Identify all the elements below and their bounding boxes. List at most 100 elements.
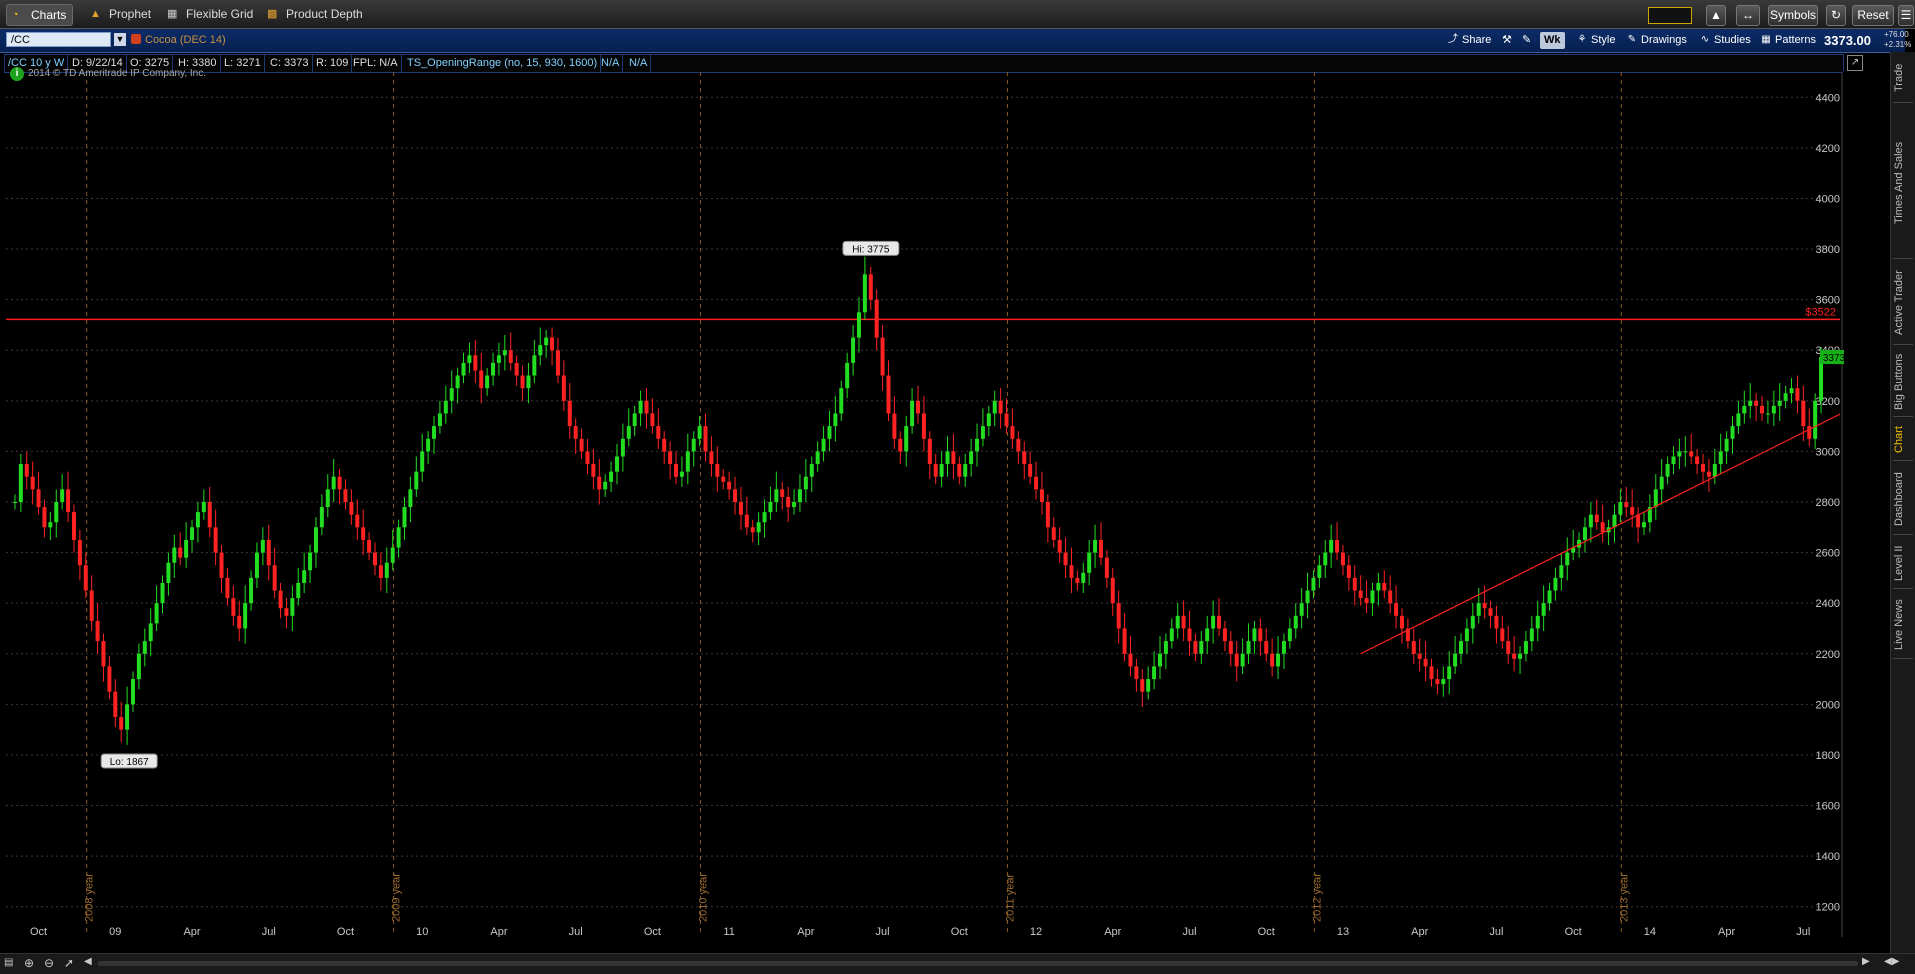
candle-body bbox=[1807, 426, 1812, 439]
x-tick-label: Oct bbox=[951, 926, 968, 937]
candle-body bbox=[892, 413, 897, 439]
candle-body bbox=[1612, 514, 1617, 528]
zoom-out-icon[interactable]: ⊖ bbox=[44, 956, 54, 970]
candle-body bbox=[1128, 653, 1133, 667]
x-tick-label: 10 bbox=[416, 926, 428, 937]
year-label: 2009 year bbox=[391, 873, 403, 922]
tools-button[interactable]: ✎ bbox=[1518, 32, 1535, 49]
candle-body bbox=[95, 620, 100, 642]
candle-body bbox=[60, 489, 65, 502]
candle-body bbox=[1754, 400, 1759, 406]
side-tab-dashboard[interactable]: Dashboard bbox=[1893, 464, 1913, 535]
candle-body bbox=[1087, 552, 1092, 573]
candle-body bbox=[1323, 552, 1328, 566]
candle-body bbox=[54, 502, 59, 523]
candle-body bbox=[1051, 527, 1056, 540]
reset-button[interactable]: Reset bbox=[1852, 5, 1894, 26]
side-tab-chart[interactable]: Chart bbox=[1893, 420, 1913, 461]
candle-body bbox=[1441, 679, 1446, 685]
zoom-in-icon[interactable]: ⊕ bbox=[24, 956, 34, 970]
tab-prophet-label: Prophet bbox=[109, 7, 152, 21]
x-tick-label: Oct bbox=[1258, 926, 1275, 937]
draw-line-icon[interactable]: ➚ bbox=[64, 956, 74, 970]
candle-body bbox=[1789, 388, 1794, 394]
symbols-button[interactable]: Symbols bbox=[1768, 5, 1818, 26]
candle-body bbox=[1689, 451, 1694, 457]
candle-body bbox=[1718, 451, 1723, 465]
refresh-button[interactable]: ↻ bbox=[1826, 5, 1846, 26]
candle-body bbox=[290, 598, 295, 616]
candle-body bbox=[1329, 539, 1334, 553]
side-tab-live-news[interactable]: Live News bbox=[1893, 592, 1913, 659]
link-button[interactable]: ↔ bbox=[1736, 5, 1760, 26]
tab-flexible-grid[interactable]: ▦ Flexible Grid bbox=[162, 4, 259, 24]
side-tab-trade[interactable]: Trade bbox=[1893, 54, 1913, 103]
candle-body bbox=[343, 489, 348, 502]
candle-body bbox=[1152, 666, 1157, 680]
window-menu-button[interactable]: ☰ bbox=[1898, 5, 1914, 26]
candle-body bbox=[1765, 413, 1770, 415]
patterns-icon: ▦ bbox=[1761, 34, 1771, 45]
candle-body bbox=[597, 476, 602, 490]
tab-charts[interactable]: ◔ Charts bbox=[6, 4, 74, 26]
alerts-button[interactable]: ▲ bbox=[1706, 5, 1726, 26]
candle-body bbox=[1417, 653, 1422, 659]
candle-body bbox=[1116, 603, 1121, 629]
candle-body bbox=[969, 451, 974, 465]
candle-body bbox=[491, 362, 496, 376]
x-tick-label: Apr bbox=[1411, 926, 1428, 937]
candle-body bbox=[1098, 539, 1103, 558]
symbol-dropdown-button[interactable]: ▼ bbox=[114, 33, 126, 46]
layout-icon[interactable]: ▤ bbox=[4, 957, 13, 968]
x-tick-label: Jul bbox=[1182, 926, 1196, 937]
candle-body bbox=[703, 426, 708, 452]
candle-body bbox=[508, 350, 513, 363]
candle-body bbox=[266, 539, 271, 566]
candle-body bbox=[1771, 405, 1776, 414]
candle-body bbox=[1748, 400, 1753, 406]
info-na-1: N/A bbox=[598, 55, 624, 72]
side-tab-times-and-sales[interactable]: Times And Sales bbox=[1893, 108, 1913, 259]
candle-body bbox=[815, 451, 820, 465]
candle-body bbox=[1671, 456, 1676, 465]
expand-button[interactable]: ↗ bbox=[1847, 55, 1863, 71]
candle-body bbox=[933, 464, 938, 477]
horizontal-scrollbar[interactable] bbox=[98, 961, 1858, 966]
candle-body bbox=[1246, 641, 1251, 654]
scroll-right-icon[interactable]: ▶ bbox=[1862, 956, 1870, 967]
candle-body bbox=[349, 502, 354, 515]
aggregation-wk-button[interactable]: Wk bbox=[1540, 32, 1565, 49]
symbol-input[interactable]: /CC bbox=[6, 32, 111, 47]
scroll-left-icon[interactable]: ◀ bbox=[84, 956, 92, 967]
info-close: C: 3373 bbox=[267, 55, 313, 72]
candle-body bbox=[1559, 565, 1564, 578]
expand-time-icon[interactable]: ◀▶ bbox=[1884, 956, 1899, 967]
info-icon[interactable]: i bbox=[10, 67, 24, 81]
side-tab-big-buttons[interactable]: Big Buttons bbox=[1893, 348, 1913, 417]
share-button[interactable]: ⤴ Share bbox=[1444, 32, 1495, 49]
candle-body bbox=[1157, 653, 1162, 667]
drawings-button[interactable]: ✎ Drawings bbox=[1623, 32, 1691, 49]
candle-body bbox=[432, 426, 437, 439]
year-label: 2013 year bbox=[1618, 873, 1630, 922]
candle-body bbox=[656, 426, 661, 439]
candle-body bbox=[904, 426, 909, 452]
settings-button[interactable]: ⚒ bbox=[1498, 32, 1516, 49]
chart-area[interactable]: 1200 1400 1600 1800 2000 2200 2400 2600 2800 3000… bbox=[4, 67, 1889, 938]
studies-button[interactable]: ∿ Studies bbox=[1696, 32, 1755, 49]
style-button[interactable]: ⚘ Style bbox=[1573, 32, 1619, 49]
candle-body bbox=[679, 471, 684, 477]
trendline bbox=[1360, 413, 1841, 655]
candle-body bbox=[260, 539, 265, 553]
candle-body bbox=[555, 350, 560, 376]
side-tab-active-trader[interactable]: Active Trader bbox=[1893, 262, 1913, 345]
tab-product-depth[interactable]: ▩ Product Depth bbox=[262, 4, 369, 24]
side-tab-level-ii[interactable]: Level II bbox=[1893, 538, 1913, 589]
resistance-label: $3522 bbox=[1805, 306, 1836, 318]
candle-body bbox=[278, 590, 283, 609]
patterns-button[interactable]: ▦ Patterns bbox=[1757, 32, 1820, 49]
color-swatch-button[interactable] bbox=[1648, 7, 1692, 24]
candle-body bbox=[308, 552, 313, 571]
candle-body bbox=[66, 489, 71, 513]
tab-prophet[interactable]: ▲ Prophet bbox=[85, 4, 157, 24]
